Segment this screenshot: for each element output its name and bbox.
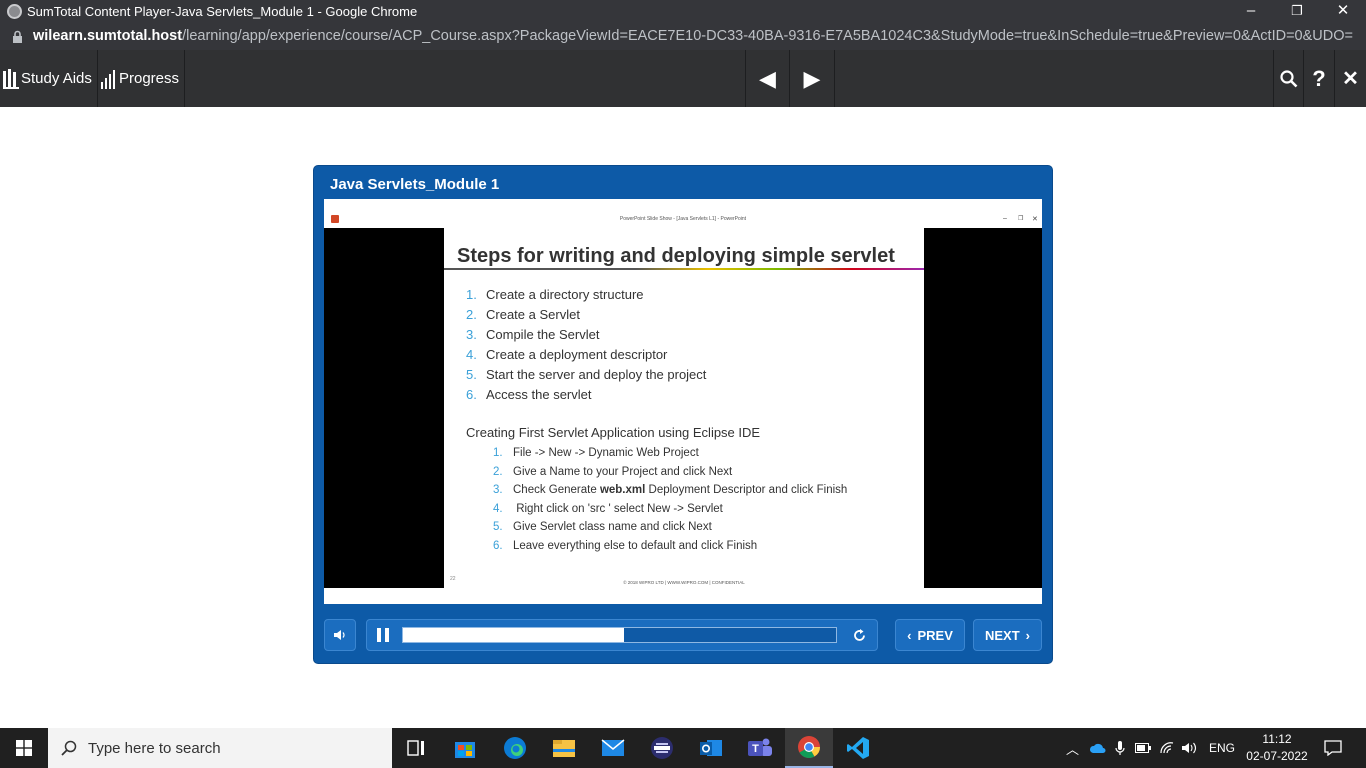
steps-list: 1. Create a directory structure 2. Create … <box>466 285 706 405</box>
restore-button[interactable]: ❐ <box>1274 0 1320 24</box>
wifi-icon[interactable] <box>1159 741 1175 755</box>
volume-button[interactable] <box>324 619 356 651</box>
ppt-minimize-icon: – <box>1003 215 1007 222</box>
lock-icon <box>13 30 22 43</box>
list-item: 5. Give Servlet class name and click Next <box>493 521 712 534</box>
address-bar[interactable]: wilearn.sumtotal.host/learning/app/exper… <box>0 24 1366 50</box>
study-aids-icon <box>3 68 19 89</box>
language-indicator[interactable]: ENG <box>1209 741 1235 755</box>
help-button[interactable]: ? <box>1304 50 1335 107</box>
player-toolbar: Study Aids Progress ◀ ▶ ? ✕ <box>0 50 1366 107</box>
search-icon <box>1279 69 1297 87</box>
search-icon <box>61 740 77 756</box>
slide-footer: © 2018 WIPRO LTD | WWW.WIPRO.COM | CONFI… <box>623 580 745 585</box>
list-item: 6. Access the servlet <box>466 387 592 402</box>
playback-bar <box>366 619 878 651</box>
mail-icon[interactable] <box>589 728 637 768</box>
list-item: 3. Compile the Servlet <box>466 327 600 342</box>
teams-icon[interactable]: T <box>736 728 784 768</box>
slide-subheading: Creating First Servlet Application using… <box>466 425 761 440</box>
url-text[interactable]: wilearn.sumtotal.host/learning/app/exper… <box>33 28 1353 44</box>
list-item: 3. Check Generate web.xml Deployment Desc… <box>493 484 848 497</box>
toolbar-prev-button[interactable]: ◀ <box>745 50 790 107</box>
progress-bars-icon <box>101 69 115 89</box>
volume-icon[interactable] <box>1181 741 1199 755</box>
prev-button[interactable]: ‹ PREV <box>895 619 965 651</box>
progress-button[interactable]: Progress <box>98 50 185 107</box>
windows-taskbar: Type here to search T ︿ ENG 11:12 02-07-… <box>0 728 1366 768</box>
powerpoint-window-bar: PowerPoint Slide Show - [Java Servlets L… <box>324 199 1042 228</box>
clock-date: 02-07-2022 <box>1246 749 1308 763</box>
progress-label: Progress <box>119 70 180 87</box>
app-icon[interactable] <box>638 728 686 768</box>
close-window-button[interactable]: ✕ <box>1320 0 1366 24</box>
player-title: Java Servlets_Module 1 <box>330 176 500 193</box>
triangle-left-icon: ◀ <box>759 65 776 91</box>
list-item: 4. Create a deployment descriptor <box>466 347 668 362</box>
speaker-icon <box>334 630 345 640</box>
browser-title-bar: SumTotal Content Player-Java Servlets_Mo… <box>0 0 1366 24</box>
task-view-icon[interactable] <box>392 728 440 768</box>
substeps-list: 1. File -> New -> Dynamic Web Project 2. G… <box>493 444 847 556</box>
svg-text:T: T <box>752 743 759 755</box>
toolbar-next-button[interactable]: ▶ <box>790 50 835 107</box>
clock[interactable]: 11:12 02-07-2022 <box>1242 731 1312 765</box>
minimize-button[interactable]: – <box>1228 0 1274 24</box>
list-item: 1. Create a directory structure <box>466 287 644 302</box>
chrome-tab-icon <box>7 4 22 19</box>
video-screen[interactable]: PowerPoint Slide Show - [Java Servlets L… <box>324 199 1042 604</box>
file-explorer-icon[interactable] <box>540 728 588 768</box>
list-item: 4. Right click on 'src ' select New -> S… <box>493 502 723 515</box>
outlook-icon[interactable] <box>687 728 735 768</box>
list-item: 5. Start the server and deploy the projec… <box>466 367 707 382</box>
onedrive-icon[interactable] <box>1089 742 1107 754</box>
taskbar-search-box[interactable]: Type here to search <box>48 728 392 768</box>
slide: Steps for writing and deploying simple s… <box>444 228 924 588</box>
notifications-icon[interactable] <box>1309 728 1357 768</box>
ppt-status-strip <box>324 588 1042 604</box>
progress-fill <box>403 628 624 642</box>
edge-icon[interactable] <box>491 728 539 768</box>
list-item: 6. Leave everything else to default and c… <box>493 539 758 552</box>
close-player-button[interactable]: ✕ <box>1335 50 1366 107</box>
content-player: Java Servlets_Module 1 PowerPoint Slide … <box>313 165 1053 664</box>
battery-icon[interactable] <box>1135 743 1152 753</box>
system-tray: ︿ ENG <box>1066 728 1249 768</box>
replay-icon[interactable] <box>852 628 867 643</box>
microsoft-store-icon[interactable] <box>441 728 489 768</box>
heading-rule <box>444 268 924 270</box>
progress-track[interactable] <box>402 627 837 643</box>
powerpoint-window-title: PowerPoint Slide Show - [Java Servlets L… <box>619 216 747 222</box>
ppt-restore-icon: ❐ <box>1018 216 1024 222</box>
pause-icon <box>377 628 381 642</box>
search-placeholder: Type here to search <box>88 740 221 757</box>
slide-heading: Steps for writing and deploying simple s… <box>457 245 895 267</box>
next-button[interactable]: NEXT › <box>973 619 1042 651</box>
study-aids-label: Study Aids <box>21 70 92 87</box>
start-button[interactable] <box>0 728 48 768</box>
chevron-up-icon[interactable]: ︿ <box>1066 739 1079 758</box>
list-item: 1. File -> New -> Dynamic Web Project <box>493 447 699 459</box>
search-button[interactable] <box>1273 50 1304 107</box>
vscode-icon[interactable] <box>834 728 882 768</box>
pause-button[interactable] <box>377 628 391 642</box>
chevron-right-icon: › <box>1025 627 1030 643</box>
chevron-left-icon: ‹ <box>907 627 912 643</box>
microphone-icon[interactable] <box>1115 740 1125 756</box>
clock-time: 11:12 <box>1262 732 1292 746</box>
chrome-icon[interactable] <box>785 728 833 768</box>
windows-logo-icon <box>16 740 32 756</box>
player-controls: ‹ PREV NEXT › <box>324 619 1042 651</box>
triangle-right-icon: ▶ <box>803 65 821 91</box>
window-title: SumTotal Content Player-Java Servlets_Mo… <box>27 4 418 19</box>
list-item: 2. Give a Name to your Project and click … <box>493 465 733 478</box>
study-aids-button[interactable]: Study Aids <box>0 50 98 107</box>
ppt-close-icon: ✕ <box>1032 216 1038 223</box>
list-item: 2. Create a Servlet <box>466 307 580 322</box>
